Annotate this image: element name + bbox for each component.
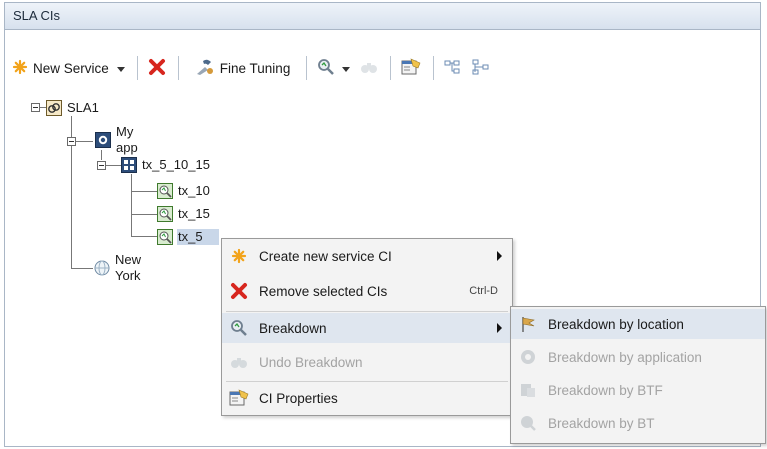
undo-binoculars-icon bbox=[229, 352, 249, 372]
menu-item-breakdown-by-application[interactable]: Breakdown by application bbox=[511, 342, 765, 372]
menu-item-breakdown-by-btf[interactable]: Breakdown by BTF bbox=[511, 375, 765, 405]
tree-expand-icon bbox=[444, 59, 462, 78]
tree-node-tx-15[interactable]: tx_15 bbox=[157, 205, 211, 223]
fine-tuning-label: Fine Tuning bbox=[219, 60, 291, 76]
panel-title: SLA CIs bbox=[5, 3, 760, 30]
collapse-toggle[interactable] bbox=[31, 103, 40, 112]
menu-item-breakdown-by-location[interactable]: Breakdown by location bbox=[511, 309, 765, 339]
fine-tuning-button[interactable]: Fine Tuning bbox=[191, 55, 295, 81]
toolbar: New Service Fine Tuning bbox=[8, 52, 496, 84]
tree-node-label: New York bbox=[115, 252, 142, 283]
tree-connector bbox=[101, 150, 102, 160]
sla-icon bbox=[46, 100, 62, 116]
tree-node-new-york[interactable]: New York bbox=[94, 252, 142, 283]
transaction-icon bbox=[157, 206, 173, 222]
tree-node-my-app[interactable]: My app bbox=[95, 124, 139, 155]
transaction-icon bbox=[157, 229, 173, 245]
menu-item-label: Create new service CI bbox=[259, 248, 392, 264]
application-icon bbox=[518, 347, 538, 367]
collapse-all-button[interactable] bbox=[468, 55, 494, 81]
submenu-arrow-icon bbox=[497, 323, 502, 333]
tree-node-label: tx_5_10_15 bbox=[142, 157, 210, 172]
new-service-button[interactable]: New Service bbox=[8, 55, 129, 81]
menu-separator bbox=[226, 381, 508, 382]
tree-node-tx-5[interactable]: tx_5 bbox=[157, 228, 219, 246]
star-icon bbox=[12, 59, 28, 78]
tree-connector bbox=[131, 236, 157, 237]
new-service-label: New Service bbox=[33, 60, 109, 76]
context-menu: Create new service CI Remove selected CI… bbox=[221, 238, 513, 416]
properties-icon bbox=[229, 388, 249, 408]
location-flag-icon bbox=[518, 314, 538, 334]
menu-item-label: Breakdown by application bbox=[548, 349, 702, 365]
menu-item-undo-breakdown[interactable]: Undo Breakdown bbox=[222, 347, 512, 377]
bt-icon bbox=[518, 413, 538, 433]
collapse-toggle[interactable] bbox=[67, 137, 76, 146]
toolbar-separator bbox=[136, 56, 138, 80]
fine-tuning-icon bbox=[195, 58, 215, 79]
tree-connector bbox=[131, 191, 157, 192]
menu-item-remove-selected[interactable]: Remove selected CIs Ctrl-D bbox=[222, 276, 512, 306]
btf-icon bbox=[518, 380, 538, 400]
collapse-toggle[interactable] bbox=[97, 161, 106, 170]
menu-item-label: Breakdown by location bbox=[548, 316, 684, 332]
properties-icon bbox=[401, 57, 421, 79]
shortcut-label: Ctrl-D bbox=[469, 285, 498, 297]
menu-item-label: CI Properties bbox=[259, 390, 338, 406]
red-x-icon bbox=[229, 281, 249, 301]
breakdown-button[interactable] bbox=[313, 55, 354, 81]
red-x-icon bbox=[148, 58, 166, 79]
star-icon bbox=[229, 246, 249, 266]
menu-item-ci-properties[interactable]: CI Properties bbox=[222, 383, 512, 413]
globe-icon bbox=[94, 260, 110, 276]
magnifier-icon bbox=[229, 318, 249, 338]
menu-item-label: Breakdown bbox=[259, 320, 327, 336]
menu-item-create-service-ci[interactable]: Create new service CI bbox=[222, 241, 512, 271]
toolbar-separator bbox=[177, 56, 179, 80]
tree-node-tx-group[interactable]: tx_5_10_15 bbox=[121, 156, 211, 174]
tree-node-label: tx_15 bbox=[178, 206, 210, 221]
undo-breakdown-button[interactable] bbox=[356, 55, 382, 81]
menu-item-breakdown-by-bt[interactable]: Breakdown by BT bbox=[511, 408, 765, 438]
tree-node-label: SLA1 bbox=[67, 100, 99, 115]
menu-item-breakdown[interactable]: Breakdown bbox=[222, 313, 512, 343]
menu-item-label: Breakdown by BT bbox=[548, 415, 655, 431]
tree-connector bbox=[71, 268, 93, 269]
toolbar-separator bbox=[306, 56, 308, 80]
breakdown-submenu: Breakdown by location Breakdown by appli… bbox=[510, 306, 766, 444]
tree-collapse-icon bbox=[472, 59, 490, 78]
tree-node-label-selected: tx_5 bbox=[177, 229, 219, 245]
toolbar-separator bbox=[433, 56, 435, 80]
tree-node-sla1[interactable]: SLA1 bbox=[46, 99, 100, 117]
chevron-down-icon[interactable] bbox=[116, 61, 125, 76]
properties-button[interactable] bbox=[397, 55, 425, 81]
tree-connector bbox=[131, 214, 157, 215]
submenu-arrow-icon bbox=[497, 251, 502, 261]
application-icon bbox=[95, 132, 111, 148]
chevron-down-icon[interactable] bbox=[342, 61, 351, 76]
tree-node-tx-10[interactable]: tx_10 bbox=[157, 182, 211, 200]
menu-item-label: Breakdown by BTF bbox=[548, 382, 663, 398]
expand-all-button[interactable] bbox=[440, 55, 466, 81]
toolbar-separator bbox=[390, 56, 392, 80]
tree-node-label: tx_10 bbox=[178, 183, 210, 198]
undo-binoculars-icon bbox=[360, 59, 378, 78]
menu-separator bbox=[226, 311, 508, 312]
magnifier-icon bbox=[317, 58, 335, 79]
transaction-icon bbox=[157, 183, 173, 199]
menu-item-label: Remove selected CIs bbox=[259, 283, 388, 299]
tree-connector bbox=[131, 174, 132, 236]
transaction-group-icon bbox=[121, 157, 137, 173]
tree-node-label: My app bbox=[116, 124, 138, 155]
menu-item-label: Undo Breakdown bbox=[259, 354, 363, 370]
remove-button[interactable] bbox=[144, 55, 170, 81]
